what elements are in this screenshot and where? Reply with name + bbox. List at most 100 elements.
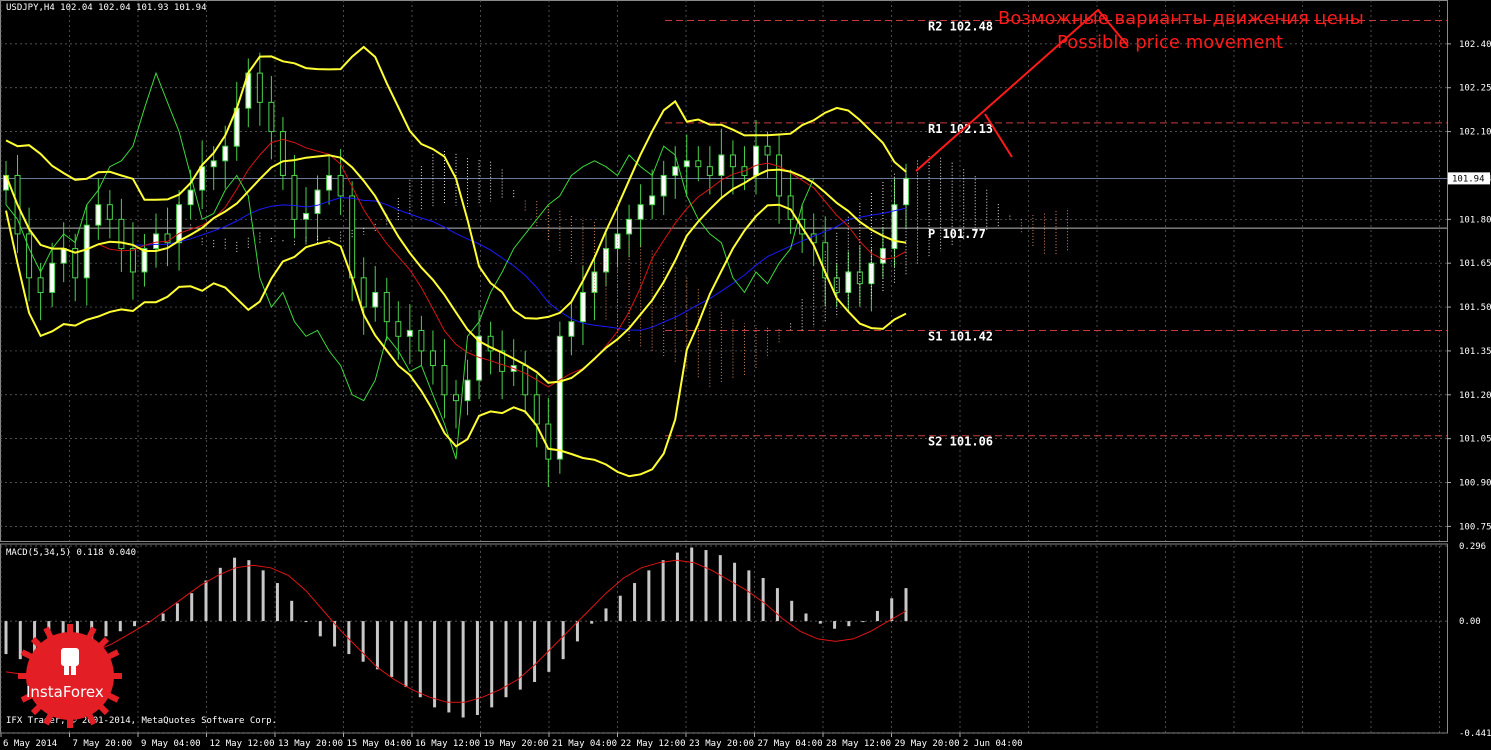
macd-bar (290, 600, 294, 622)
macd-bar (304, 621, 308, 623)
macd-bar (261, 570, 265, 622)
pivot-label-r2: R2 102.48 (928, 19, 993, 33)
x-tick-label: 28 May 12:00 (826, 739, 891, 749)
candle-down (37, 277, 44, 293)
macd-bar (390, 621, 394, 677)
macd-bar (547, 621, 551, 672)
candle-up (718, 154, 725, 176)
macd-bar (590, 621, 594, 624)
macd-bar (204, 580, 208, 622)
macd-bar (633, 583, 637, 622)
x-tick-label: 22 May 12:00 (621, 739, 686, 749)
macd-bar (704, 550, 708, 622)
candle-up (222, 145, 229, 162)
candles (3, 52, 909, 487)
macd-bar (647, 570, 651, 622)
candle-down (118, 218, 125, 250)
candle-down (418, 329, 425, 352)
x-tick-label: 2 Jun 04:00 (963, 739, 1023, 749)
candle-down (522, 365, 529, 396)
candle-down (383, 291, 390, 323)
macd-bar (447, 621, 451, 713)
macd-bar (218, 567, 222, 622)
candle-down (26, 233, 33, 279)
x-tick-label: 7 May 20:00 (73, 739, 133, 749)
candle-up (199, 166, 206, 191)
chart-canvas: 6 May 2014 7 May 20:00 9 May 04:00 12 May 1… (0, 0, 1491, 749)
y-tick-label: 101.80 (1459, 215, 1491, 225)
macd-bar (733, 562, 737, 622)
candle-up (314, 189, 321, 214)
macd-bar (775, 588, 779, 622)
x-tick-label: 16 May 12:00 (415, 739, 480, 749)
candle-down (706, 166, 713, 176)
macd-bar (490, 621, 494, 708)
y-tick-label: 101.35 (1459, 347, 1491, 357)
macd-bar (575, 621, 579, 642)
macd-bar (718, 555, 722, 622)
candle-up (464, 379, 471, 402)
macd-bar (161, 613, 165, 622)
macd-bar (661, 560, 665, 622)
y-tick-label: 101.05 (1459, 435, 1491, 445)
macd-bar (604, 608, 608, 622)
macd-bar (875, 610, 879, 622)
candle-up (49, 262, 56, 293)
main-pane-frame (0, 0, 1448, 542)
candle-up (326, 174, 333, 191)
x-tick-label: 29 May 20:00 (895, 739, 960, 749)
pivot-label-s1: S1 101.42 (928, 329, 993, 343)
candle-up (406, 329, 413, 337)
macd-tick-label: 0.00 (1459, 617, 1481, 627)
candle-up (141, 248, 148, 273)
x-tick-label: 19 May 20:00 (484, 739, 549, 749)
candle-up (568, 321, 575, 337)
candle-up (603, 248, 609, 273)
macd-bar (247, 560, 251, 622)
macd-bar (847, 621, 851, 627)
x-tick-label: 12 May 12:00 (210, 739, 275, 749)
y-tick-label: 100.90 (1459, 479, 1491, 489)
macd-bar (833, 621, 837, 629)
macd-bar (361, 621, 365, 662)
candle-down (545, 423, 552, 460)
macd-bar (404, 621, 408, 688)
candle-up (753, 145, 759, 176)
macd-pane-frame (0, 543, 1448, 734)
annotation-russian: Возможные варианты движения цены (998, 8, 1364, 29)
candle-down (441, 365, 448, 396)
candle-down (729, 154, 736, 168)
macd-bar (275, 583, 279, 622)
candle-up (637, 204, 644, 220)
candle-up (372, 291, 379, 308)
macd-bar (618, 595, 622, 622)
candle-up (649, 195, 656, 206)
macd-tick-label: 0.296 (1459, 542, 1486, 552)
pivot-label-r1: R1 102.13 (928, 122, 993, 136)
candle-down (533, 394, 540, 425)
macd-bar (533, 621, 537, 682)
x-tick-label: 15 May 04:00 (347, 739, 412, 749)
macd-bar (818, 621, 822, 624)
macd-bar (233, 557, 237, 622)
macd-bar (804, 613, 808, 622)
macd-bar (890, 598, 894, 622)
macd-bar (747, 570, 751, 622)
instaforex-logo (18, 624, 122, 728)
candle-up (579, 291, 586, 323)
candle-up (556, 335, 563, 460)
macd-bar (561, 621, 565, 660)
macd-bar (675, 552, 679, 622)
macd-histogram (4, 547, 908, 718)
candle-up (683, 160, 690, 168)
candle-down (764, 145, 771, 156)
candle-up (187, 189, 194, 206)
pivot-label-p: P 101.77 (928, 227, 986, 241)
logo-text: InstaForex (26, 683, 104, 701)
candle-down (129, 248, 136, 273)
x-tick-label: 27 May 04:00 (758, 739, 823, 749)
current-price-label: 101.94 (1452, 174, 1485, 184)
candle-up (626, 218, 633, 235)
macd-bar (133, 621, 137, 627)
y-tick-label: 102.10 (1459, 128, 1491, 138)
